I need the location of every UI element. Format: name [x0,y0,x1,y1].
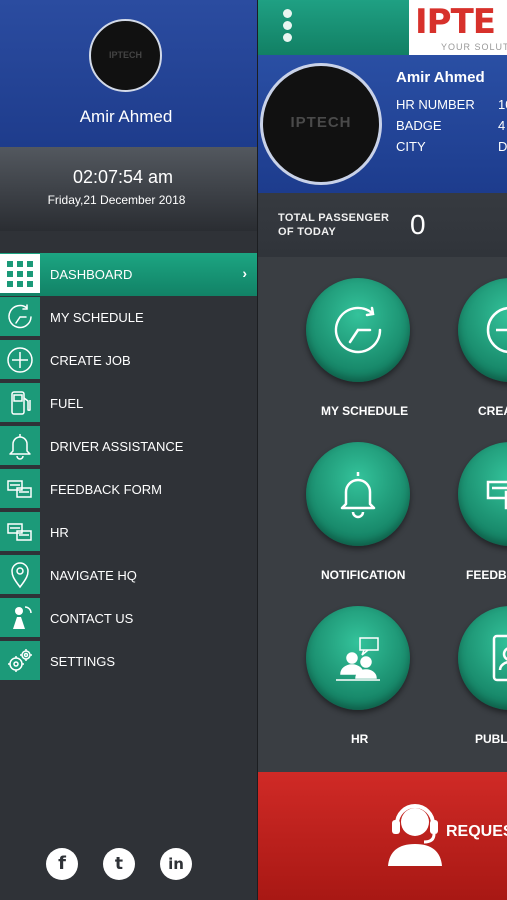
tile-circle[interactable] [458,442,507,546]
tile-circle[interactable] [306,606,410,710]
facebook-icon[interactable]: f [46,848,78,880]
logo-text: IPTE [415,2,496,42]
tile-circle[interactable] [306,442,410,546]
request-label: REQUES [446,823,507,840]
bell-icon [340,472,376,519]
clock-box: 02:07:54 am Friday,21 December 2018 [0,147,257,231]
hr-icon [336,637,380,681]
profile-row-value: D [498,139,507,154]
tile-circle[interactable] [458,278,507,382]
tile-circle[interactable] [306,278,410,382]
phone-contact-icon [13,606,32,629]
profile-row-label: HR NUMBER [396,97,475,112]
clock-icon [334,306,382,354]
chevron-right-icon: › [242,265,247,281]
menu-item-label: NAVIGATE HQ [50,568,137,583]
plus-circle-icon [7,347,33,373]
profile-name: Amir Ahmed [396,69,485,86]
clock-time: 02:07:54 am [72,167,174,187]
profile-row-badge: BADGE 4 [396,118,505,133]
profile-row-value: 4 [498,118,506,133]
profile-row-hr-number: HR NUMBER 10 [396,97,507,112]
company-logo: IPTE YOUR SOLUT [409,0,507,55]
menu-item-hr[interactable]: HR [0,511,257,554]
menu-item-label: MY SCHEDULE [50,310,144,325]
social-links: f t in [46,848,216,882]
menu-item-label: CREATE JOB [50,353,131,368]
twitter-icon[interactable]: t [103,848,135,880]
headset-agent-icon [388,804,442,866]
avatar-watermark: IPTECH [108,50,142,60]
avatar-watermark: IPTECH [290,114,352,131]
gears-icon [8,649,32,672]
stats-label: TOTAL PASSENGER OF TODAY [278,212,390,238]
menu-item-label: DRIVER ASSISTANCE [50,439,184,454]
menu-item-feedback-form[interactable]: FEEDBACK FORM [0,468,257,511]
menu-item-label: SETTINGS [50,654,116,669]
feedback-icon [486,480,507,510]
tile-label: CREAT [478,404,507,418]
plus-circle-icon [486,306,507,354]
profile-row-value: 10 [498,97,507,112]
drawer-header: IPTECH Amir Ahmed [0,0,257,147]
menu-item-label: CONTACT US [50,611,134,626]
menu-item-fuel[interactable]: FUEL [0,382,257,425]
menu-item-my-schedule[interactable]: MY SCHEDULE [0,296,257,339]
menu-item-settings[interactable]: SETTINGS [0,640,257,683]
clock-icon [8,304,32,329]
tablet-icon [492,634,507,682]
tile-label: PUBLI [475,732,507,746]
fuel-pump-icon [11,391,31,415]
profile-avatar[interactable]: IPTECH [260,63,382,185]
menu-item-label: DASHBOARD [50,267,133,282]
profile-row-label: BADGE [396,118,442,133]
map-pin-icon [11,562,29,589]
avatar[interactable]: IPTECH [89,19,162,92]
linkedin-icon[interactable]: in [160,848,192,880]
logo-tagline: YOUR SOLUT [441,42,507,52]
request-button[interactable]: REQUES [258,772,507,900]
menu-item-create-job[interactable]: CREATE JOB [0,339,257,382]
menu-item-label: FEEDBACK FORM [50,482,162,497]
navigation-drawer: IPTECH Amir Ahmed 02:07:54 am Friday,21 … [0,0,258,900]
passenger-stats: TOTAL PASSENGER OF TODAY 0 [258,193,507,257]
stats-count: 0 [410,209,426,240]
bell-icon [9,434,31,460]
tile-circle[interactable] [458,606,507,710]
profile-row-city: CITY D [396,139,507,154]
clock-date: Friday,21 December 2018 [47,193,186,207]
drawer-menu: DASHBOARD › MY SCHEDULE CREATE JOB FUEL … [0,253,257,683]
overflow-menu-icon[interactable] [280,9,294,47]
menu-item-dashboard[interactable]: DASHBOARD › [0,253,257,296]
tile-label: FEEDBA [466,568,507,582]
feedback-icon [7,480,32,498]
top-bar: IPTE YOUR SOLUT [258,0,507,55]
user-name: Amir Ahmed [79,107,173,126]
menu-item-contact-us[interactable]: CONTACT US [0,597,257,640]
menu-item-driver-assistance[interactable]: DRIVER ASSISTANCE [0,425,257,468]
menu-item-label: HR [50,525,69,540]
dashboard-panel: IPTE YOUR SOLUT IPTECH Amir Ahmed HR NUM… [258,0,507,900]
profile-card: IPTECH Amir Ahmed HR NUMBER 10 BADGE 4 C… [258,55,507,193]
hr-icon [7,523,32,541]
grid-icon [7,261,33,287]
menu-item-navigate-hq[interactable]: NAVIGATE HQ [0,554,257,597]
menu-item-label: FUEL [50,396,84,411]
profile-row-label: CITY [396,139,426,154]
